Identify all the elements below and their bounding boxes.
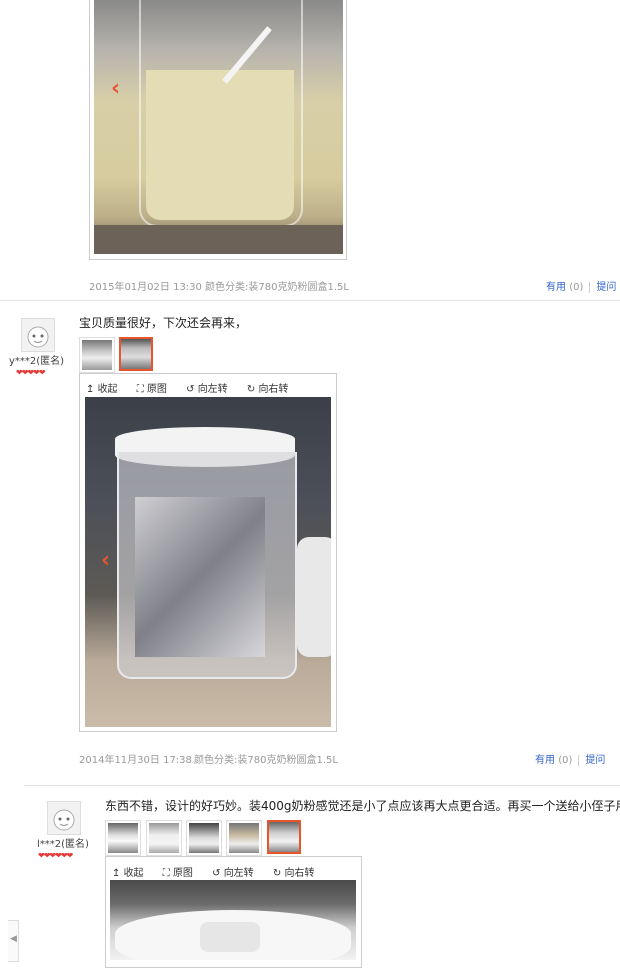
review1-main-photo[interactable]	[94, 0, 343, 254]
collapse-label: 收起	[97, 384, 118, 395]
review3-main-photo[interactable]	[110, 880, 356, 960]
username[interactable]: y***2(匿名)	[9, 352, 64, 367]
review3-thumb-1[interactable]	[106, 821, 140, 855]
original-label: 原图	[146, 384, 167, 395]
useful-count: (0)	[569, 282, 584, 293]
heart-rating-icon: ❤❤❤❤❤	[16, 368, 45, 377]
review3-thumb-2[interactable]	[147, 821, 181, 855]
separator	[589, 281, 591, 293]
ask-link[interactable]: 提问	[596, 282, 616, 293]
ask-link[interactable]: 提问	[585, 755, 605, 766]
collapse-button[interactable]: ↥ 收起	[86, 384, 126, 395]
viewer-toolbar: ↥ 收起 ⛶ 原图 ↺ 向左转 ↻ 向右转	[112, 864, 330, 879]
rotate-right-label: 向右转	[258, 384, 289, 395]
rotate-right-button[interactable]: ↻ 向右转	[247, 384, 297, 395]
rotate-left-button[interactable]: ↺ 向左转	[212, 868, 262, 879]
original-button[interactable]: ⛶ 原图	[137, 384, 175, 395]
review2-useful[interactable]: 有用 (0) 提问	[535, 751, 605, 766]
avatar-face-icon	[27, 326, 49, 348]
review1-useful[interactable]: 有用 (0) 提问	[546, 278, 616, 293]
username[interactable]: l***2(匿名)	[37, 835, 89, 850]
viewer-toolbar: ↥ 收起 ⛶ 原图 ↺ 向左转 ↻ 向右转	[86, 380, 304, 395]
review2-date: 2014年11月30日 17:38	[79, 755, 192, 766]
rotate-right-label: 向右转	[284, 868, 315, 879]
collapse-button[interactable]: ↥ 收起	[112, 868, 152, 879]
heart-rating-icon: ❤❤❤❤❤❤	[38, 851, 73, 860]
separator	[578, 754, 580, 766]
avatar-face-icon	[53, 809, 75, 831]
original-button[interactable]: ⛶ 原图	[163, 868, 201, 879]
avatar	[47, 801, 81, 835]
avatar	[21, 318, 55, 352]
collapse-label: 收起	[123, 868, 144, 879]
scroll-left-handle[interactable]: ◀	[8, 920, 19, 962]
review-divider	[24, 785, 620, 786]
chevron-left-icon[interactable]: ‹	[111, 76, 120, 101]
review3-thumb-5[interactable]	[267, 820, 301, 854]
useful-link[interactable]: 有用	[535, 755, 555, 766]
chevron-left-icon[interactable]: ‹	[101, 548, 110, 573]
review-text: 宝贝质量很好，下次还会再来，	[79, 316, 248, 330]
chevron-left-icon: ◀	[10, 934, 17, 944]
rotate-left-label: 向左转	[197, 384, 228, 395]
rotate-left-label: 向左转	[223, 868, 254, 879]
rotate-right-button[interactable]: ↻ 向右转	[273, 868, 323, 879]
original-label: 原图	[172, 868, 193, 879]
review3-thumb-3[interactable]	[187, 821, 221, 855]
review2-main-photo[interactable]	[85, 397, 331, 727]
review1-date: 2015年01月02日 13:30	[89, 282, 202, 293]
review1-spec: 颜色分类:装780克奶粉圆盒1.5L	[205, 282, 349, 293]
review2-thumb-1[interactable]	[80, 338, 114, 372]
rotate-left-button[interactable]: ↺ 向左转	[186, 384, 236, 395]
useful-count: (0)	[558, 755, 573, 766]
review-divider	[0, 300, 620, 301]
review3-thumb-4[interactable]	[227, 821, 261, 855]
review-text: 东西不错，设计的好巧妙。装400g奶粉感觉还是小了点应该再大点更合适。再买一个送…	[105, 799, 620, 813]
review2-thumb-2[interactable]	[119, 337, 153, 371]
review2-spec: 颜色分类:装780克奶粉圆盒1.5L	[194, 755, 338, 766]
useful-link[interactable]: 有用	[546, 282, 566, 293]
